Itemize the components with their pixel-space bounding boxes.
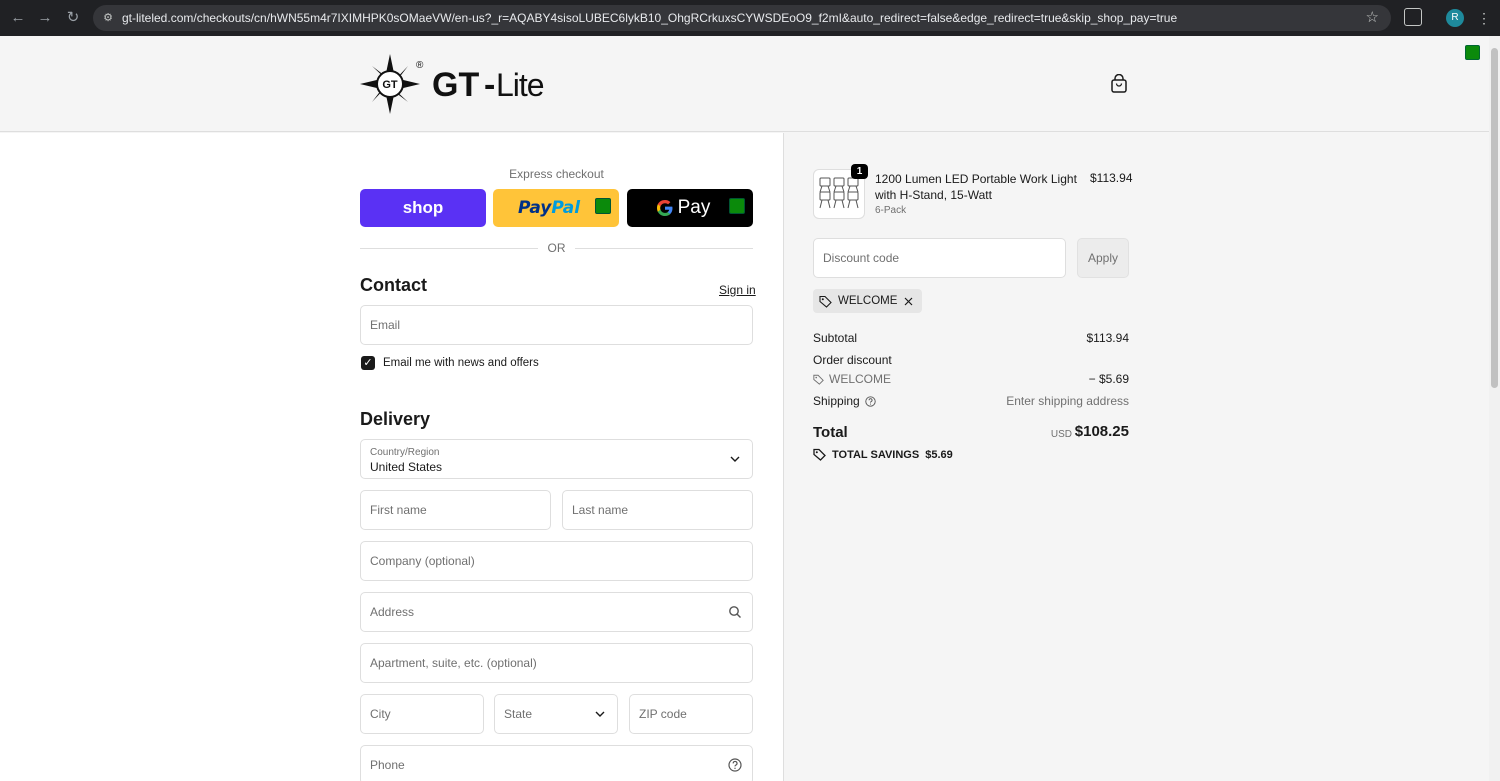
logo-text-gt: GT xyxy=(432,66,479,104)
zip-code-field[interactable]: ZIP code xyxy=(629,694,753,734)
quantity-badge: 1 xyxy=(851,164,868,179)
shipping-row: Shipping Enter shipping address xyxy=(813,394,1129,408)
logo-text-dash: - xyxy=(484,66,495,104)
site-info-icon[interactable]: ⚙ xyxy=(101,11,115,25)
product-price: $113.94 xyxy=(1090,171,1133,185)
shop-pay-label: shop xyxy=(402,198,444,217)
logo-badge-text: GT xyxy=(382,79,398,91)
phone-field[interactable]: Phone xyxy=(360,745,753,781)
shopping-bag-icon[interactable] xyxy=(1110,73,1128,94)
total-savings: TOTAL SAVINGS $5.69 xyxy=(813,448,953,461)
apply-discount-button[interactable]: Apply xyxy=(1077,238,1129,278)
back-icon[interactable]: ← xyxy=(8,8,28,28)
shipping-value: Enter shipping address xyxy=(1006,394,1129,408)
shop-pay-button[interactable]: shop xyxy=(360,189,486,227)
contact-heading: Contact xyxy=(360,275,427,295)
paypal-logo: PayPal xyxy=(517,198,581,218)
paypal-button[interactable]: PayPal xyxy=(493,189,619,227)
green-marker-icon xyxy=(595,198,611,214)
apartment-field[interactable]: Apartment, suite, etc. (optional) xyxy=(360,643,753,683)
company-field[interactable]: Company (optional) xyxy=(360,541,753,581)
product-variant: 6-Pack xyxy=(875,205,907,216)
profile-avatar[interactable]: R xyxy=(1446,9,1464,27)
browser-toolbar: ← → ↻ ⚙ gt-liteled.com/checkouts/cn/hWN5… xyxy=(0,0,1500,36)
order-summary-column: 1 1200 Lumen LED Portable Work Light wit… xyxy=(784,133,1489,781)
applied-discount-chip: WELCOME xyxy=(813,289,923,313)
browser-menu-icon[interactable]: ⋮ xyxy=(1477,6,1491,30)
help-circle-icon[interactable] xyxy=(728,758,742,772)
currency-code: USD xyxy=(1050,429,1072,440)
remove-discount-icon[interactable] xyxy=(903,296,914,307)
state-select[interactable]: State xyxy=(494,694,618,734)
logo-registered-mark: ® xyxy=(416,60,424,71)
newsletter-checkbox[interactable]: ✓ xyxy=(361,356,375,370)
city-field[interactable]: City xyxy=(360,694,484,734)
help-circle-icon[interactable] xyxy=(865,395,876,407)
or-divider: OR xyxy=(360,239,753,257)
order-discount-row: Order discount xyxy=(813,353,892,367)
country-select[interactable]: Country/Region United States xyxy=(360,439,753,479)
discount-value: − $5.69 xyxy=(1088,372,1129,386)
checkout-page: GT ® GT - Lite Express checkout shop Pay… xyxy=(0,36,1489,781)
address-bar[interactable]: ⚙ gt-liteled.com/checkouts/cn/hWN55m4r7I… xyxy=(93,5,1391,31)
sign-in-link[interactable]: Sign in xyxy=(719,283,756,297)
url-text: gt-liteled.com/checkouts/cn/hWN55m4r7IXI… xyxy=(122,11,1178,25)
green-marker-icon xyxy=(1465,45,1480,60)
first-name-field[interactable]: First name xyxy=(360,490,551,530)
chevron-down-icon xyxy=(595,711,605,717)
last-name-field[interactable]: Last name xyxy=(562,490,753,530)
total-row: Total USD $108.25 xyxy=(813,423,1129,441)
savings-value: $5.69 xyxy=(925,448,953,461)
total-value: $108.25 xyxy=(1074,423,1129,440)
product-name: 1200 Lumen LED Portable Work Light with … xyxy=(875,172,1077,202)
chevron-down-icon xyxy=(730,456,740,462)
address-field[interactable]: Address xyxy=(360,592,753,632)
discount-code-field[interactable]: Discount code xyxy=(813,238,1066,278)
google-pay-button[interactable]: Pay xyxy=(627,189,753,227)
email-field[interactable]: Email xyxy=(360,305,753,345)
logo-text-lite: Lite xyxy=(496,67,544,103)
google-pay-logo: Pay xyxy=(656,197,710,219)
subtotal-value: $113.94 xyxy=(1086,331,1130,345)
newsletter-label: Email me with news and offers xyxy=(383,357,539,369)
discount-code-row: WELCOME − $5.69 xyxy=(813,372,1129,388)
delivery-heading: Delivery xyxy=(360,409,431,429)
google-g-icon xyxy=(656,200,673,216)
extensions-icon[interactable] xyxy=(1404,8,1422,26)
green-marker-icon xyxy=(729,198,745,214)
gt-lite-logo[interactable]: GT ® GT - Lite xyxy=(360,52,550,116)
checkout-form-column: Express checkout shop PayPal Pay OR Cont… xyxy=(0,133,783,781)
subtotal-row: Subtotal $113.94 xyxy=(813,331,1130,345)
tag-icon xyxy=(819,295,832,308)
tag-icon xyxy=(813,448,826,461)
forward-icon[interactable]: → xyxy=(35,8,55,28)
bookmark-star-icon[interactable]: ☆ xyxy=(1366,5,1379,31)
tag-icon xyxy=(813,374,824,385)
applied-code-label: WELCOME xyxy=(838,295,898,307)
search-icon xyxy=(729,606,741,618)
express-checkout-label: Express checkout xyxy=(509,167,604,181)
reload-icon[interactable]: ↻ xyxy=(63,8,83,28)
scrollbar-thumb[interactable] xyxy=(1491,48,1498,388)
page-scrollbar[interactable] xyxy=(1489,36,1500,781)
site-header: GT ® GT - Lite xyxy=(0,36,1489,132)
